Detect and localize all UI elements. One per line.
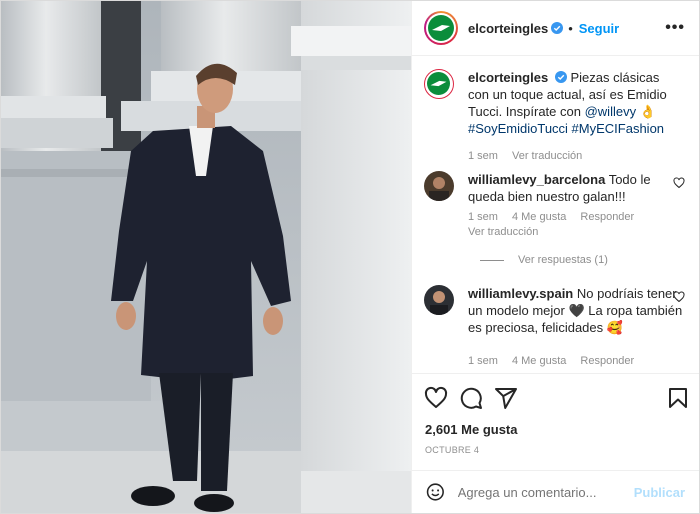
commenter-avatar[interactable] (424, 171, 454, 201)
post-actions (412, 373, 699, 419)
add-comment-bar: Publicar (412, 470, 699, 513)
caption-time[interactable]: 1 sem (468, 150, 498, 162)
verified-badge-icon (554, 71, 567, 83)
post-panel: elcorteingles • Seguir ••• elcorteingles… (411, 1, 699, 513)
like-comment-heart-icon[interactable] (673, 177, 685, 189)
author-avatar[interactable] (424, 11, 458, 45)
post-header: elcorteingles • Seguir ••• (412, 1, 699, 56)
commenter-username[interactable]: williamlevy_barcelona (468, 172, 605, 187)
caption-username[interactable]: elcorteingles (468, 70, 548, 85)
comment-reply[interactable]: Responder (580, 211, 634, 223)
commenter-avatar[interactable] (424, 285, 454, 315)
comment-icon[interactable] (459, 386, 483, 410)
comment-likes[interactable]: 4 Me gusta (512, 355, 566, 367)
like-comment-heart-icon[interactable] (673, 291, 685, 303)
post-modal: elcorteingles • Seguir ••• elcorteingles… (0, 0, 700, 514)
post-image (1, 1, 411, 513)
heart-icon[interactable] (424, 386, 448, 410)
bookmark-icon[interactable] (666, 386, 690, 410)
comment-likes[interactable]: 4 Me gusta (512, 211, 566, 223)
separator-dot: • (568, 20, 573, 36)
comment-time[interactable]: 1 sem (468, 355, 498, 367)
caption-hashtags[interactable]: #SoyEmidioTucci #MyECIFashion (468, 121, 664, 136)
post-date[interactable]: OCTUBRE 4 (425, 445, 479, 455)
emoji-icon[interactable] (426, 480, 445, 504)
comment-reply[interactable]: Responder (580, 355, 634, 367)
comment-input[interactable] (457, 484, 634, 500)
caption-translate[interactable]: Ver traducción (512, 150, 582, 162)
comment-time[interactable]: 1 sem (468, 211, 498, 223)
view-replies-button[interactable]: Ver respuestas (1) (480, 254, 608, 266)
el-corte-ingles-logo (428, 15, 454, 41)
author-username[interactable]: elcorteingles (468, 21, 548, 36)
likes-count[interactable]: 2,601 Me gusta (425, 422, 518, 437)
verified-badge-icon (551, 22, 564, 34)
caption-avatar[interactable] (424, 69, 454, 99)
comment-heart-emoji: 🖤 (568, 303, 585, 318)
commenter-username[interactable]: williamlevy.spain (468, 286, 573, 301)
post-photo[interactable] (1, 1, 411, 513)
publish-button[interactable]: Publicar (634, 485, 685, 500)
comment-emoji: 🥰 (606, 320, 623, 335)
caption-emoji: 👌 (639, 104, 656, 119)
comments-list[interactable]: elcorteingles Piezas clásicas con un toq… (412, 57, 699, 373)
more-options-button[interactable]: ••• (665, 19, 685, 37)
follow-button[interactable]: Seguir (579, 21, 619, 36)
comment-translate[interactable]: Ver traducción (468, 226, 538, 238)
share-icon[interactable] (494, 386, 518, 410)
caption-mention[interactable]: @willevy (585, 104, 636, 119)
